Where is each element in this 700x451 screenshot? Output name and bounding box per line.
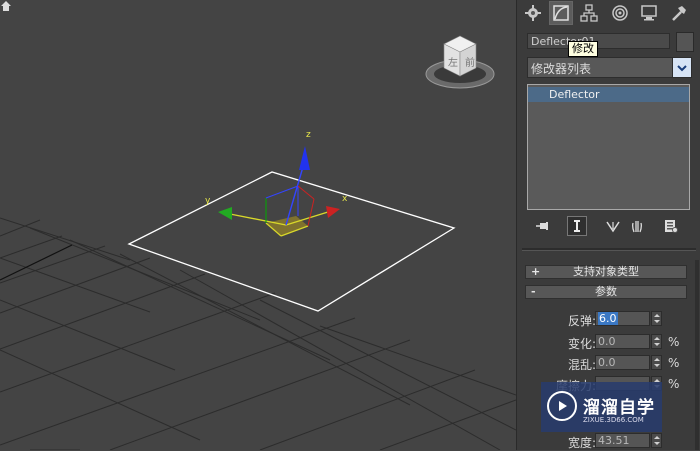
object-name-field[interactable]: Deflector01 — [527, 33, 670, 49]
utilities-tab-icon — [672, 6, 686, 21]
display-tab-icon — [641, 5, 657, 21]
configure-sets-icon — [665, 220, 678, 233]
param-label: 宽度: — [567, 436, 596, 450]
param-label: 混乱: — [567, 358, 596, 372]
hierarchy-tab-icon — [580, 4, 598, 22]
create-tab-icon — [525, 5, 541, 21]
watermark-title: 溜溜自学 — [583, 398, 655, 418]
gizmo-y-axis[interactable] — [229, 213, 287, 226]
param-unit: % — [668, 335, 680, 349]
gizmo-y-arrow[interactable] — [218, 207, 232, 220]
modify-tooltip: 修改 — [568, 41, 598, 57]
bounce-spinner[interactable] — [651, 311, 662, 326]
command-panel-tabs — [517, 0, 700, 26]
modifier-list-dropdown[interactable]: 修改器列表 — [527, 57, 692, 78]
variation-field[interactable]: 0.0 — [595, 334, 650, 349]
param-label: 反弹: — [567, 314, 596, 328]
width-field[interactable]: 43.51 — [595, 433, 650, 448]
pin-stack-button[interactable] — [533, 216, 553, 236]
viewcube-front-label: 前 — [465, 58, 475, 69]
make-unique-button[interactable] — [603, 216, 623, 236]
rollout-title: 支持对象类型 — [573, 265, 639, 278]
hierarchy-tab[interactable] — [577, 1, 601, 25]
grid-axis-line — [0, 244, 73, 281]
chaos-spinner[interactable] — [651, 355, 662, 370]
panel-scrollbar[interactable] — [695, 260, 699, 450]
watermark-logo-icon — [547, 391, 577, 421]
perspective-viewport[interactable]: y x z 左 前 — [0, 0, 516, 450]
home-icon[interactable] — [0, 0, 12, 12]
viewcube[interactable]: 左 前 — [424, 32, 496, 94]
modifier-list-label: 修改器列表 — [531, 62, 592, 76]
configure-sets-button[interactable] — [661, 216, 681, 236]
rollout-expand-sign: + — [531, 265, 541, 278]
motion-tab-icon — [612, 5, 628, 21]
display-tab[interactable] — [637, 1, 661, 25]
watermark: 溜溜自学 ZIXUE.3D66.COM — [541, 382, 662, 432]
gizmo-plane-handle[interactable] — [266, 216, 308, 236]
make-unique-icon — [606, 221, 620, 233]
remove-modifier-button[interactable] — [627, 216, 647, 236]
home-grid — [0, 217, 516, 450]
viewcube-graphic — [425, 35, 495, 89]
bounce-field[interactable]: 6.0 — [595, 311, 650, 326]
remove-modifier-icon — [632, 221, 642, 233]
dropdown-button[interactable] — [672, 58, 691, 77]
object-color-swatch[interactable] — [676, 32, 694, 52]
watermark-subtitle: ZIXUE.3D66.COM — [583, 416, 644, 424]
param-row-bounce: 反弹: 6.0 — [517, 311, 700, 328]
create-tab[interactable] — [521, 1, 545, 25]
stack-item-deflector[interactable]: Deflector — [528, 87, 689, 102]
chaos-field[interactable]: 0.0 — [595, 355, 650, 370]
pin-icon — [536, 222, 548, 230]
x-axis-label: x — [342, 194, 348, 204]
modifier-stack-list[interactable]: Deflector — [527, 84, 690, 210]
param-unit: % — [668, 377, 680, 391]
param-unit: % — [668, 356, 680, 370]
param-value: 6.0 — [598, 312, 618, 325]
rollout-title: 参数 — [595, 285, 617, 298]
end-result-icon — [574, 220, 580, 232]
viewcube-left-label: 左 — [448, 58, 458, 69]
rollout-supported-object-types[interactable]: + 支持对象类型 — [525, 265, 687, 279]
gizmo-z-arrow[interactable] — [299, 146, 310, 170]
gizmo-x-arrow[interactable] — [326, 206, 340, 218]
show-end-result-button[interactable] — [567, 216, 587, 236]
panel-divider — [522, 248, 696, 251]
motion-tab[interactable] — [608, 1, 632, 25]
move-gizmo[interactable] — [218, 146, 340, 237]
param-row-chaos: 混乱: 0.0 % — [517, 355, 700, 372]
rollout-parameters[interactable]: - 参数 — [525, 285, 687, 299]
rollout-collapse-sign: - — [531, 285, 536, 298]
width-spinner[interactable] — [651, 433, 662, 448]
play-icon — [559, 401, 567, 411]
y-axis-label: y — [205, 196, 211, 206]
chevron-down-icon — [677, 64, 687, 71]
modify-tab-icon — [553, 5, 569, 21]
variation-spinner[interactable] — [651, 334, 662, 349]
stack-toolbar — [517, 214, 700, 238]
param-row-width: 宽度: 43.51 — [517, 433, 700, 450]
param-label: 变化: — [567, 337, 596, 351]
param-row-variation: 变化: 0.0 % — [517, 334, 700, 351]
modify-tab[interactable] — [549, 1, 573, 25]
z-axis-label: z — [306, 130, 311, 140]
utilities-tab[interactable] — [667, 1, 691, 25]
